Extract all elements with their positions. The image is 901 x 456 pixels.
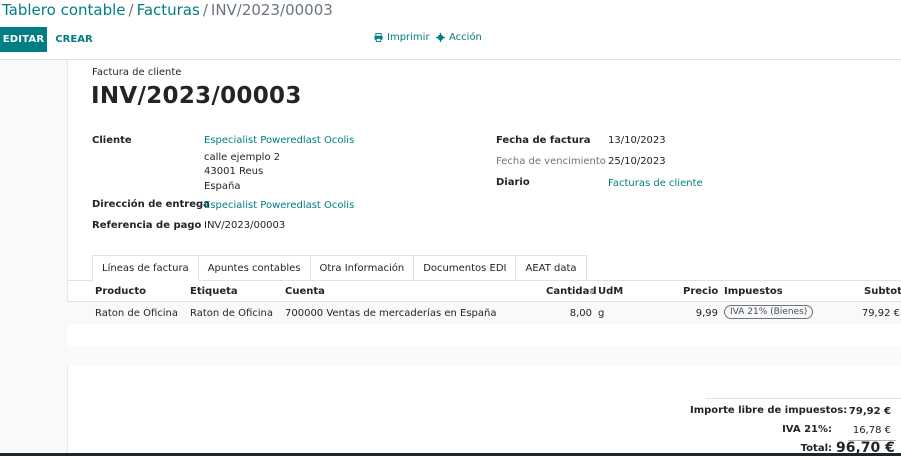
row-subtotal: 79,92 €	[861, 308, 900, 319]
column-header-account[interactable]: Cuenta	[285, 286, 325, 297]
row-product: Raton de Oficina	[95, 308, 179, 319]
column-header-product[interactable]: Producto	[95, 286, 146, 297]
breadcrumb-separator: /	[128, 1, 134, 19]
tax-amount-value: 16,78 €	[852, 425, 891, 436]
customer-address-line1: calle ejemplo 2	[204, 152, 281, 163]
tax-amount-label: IVA 21%:	[782, 424, 832, 435]
row-uom: g	[598, 308, 605, 319]
tax-badge: IVA 21% (Bienes)	[724, 305, 814, 319]
edit-button[interactable]: EDITAR	[0, 27, 47, 52]
row-quantity: 8,00	[569, 308, 592, 319]
customer-address-line3: España	[204, 181, 241, 192]
row-account: 700000 Ventas de mercaderías en España	[285, 308, 497, 319]
delivery-address-link[interactable]: Especialist Poweredlast Ocolis	[204, 200, 354, 211]
row-label: Raton de Oficina	[190, 308, 274, 319]
action-button[interactable]: Acción	[436, 32, 482, 43]
tab-journal-items[interactable]: Apuntes contables	[197, 255, 311, 281]
customer-link[interactable]: Especialist Poweredlast Ocolis	[204, 135, 354, 146]
column-header-label[interactable]: Etiqueta	[190, 286, 238, 297]
empty-row	[67, 324, 901, 346]
print-button-label: Imprimir	[387, 32, 430, 43]
tab-other-info[interactable]: Otra Información	[309, 255, 415, 281]
print-button[interactable]: Imprimir	[374, 32, 430, 43]
column-header-uom[interactable]: UdM	[598, 286, 623, 297]
journal-link[interactable]: Facturas de cliente	[608, 178, 703, 189]
payment-reference-value: INV/2023/00003	[204, 220, 286, 231]
row-price: 9,99	[695, 308, 718, 319]
customer-address-line2: 43001 Reus	[204, 166, 264, 177]
breadcrumb-separator: /	[202, 1, 208, 19]
customer-label: Cliente	[92, 135, 132, 146]
action-button-label: Acción	[449, 32, 482, 43]
column-header-taxes[interactable]: Impuestos	[724, 286, 783, 297]
tab-aeat-data[interactable]: AEAT data	[515, 255, 587, 281]
invoice-date-value: 13/10/2023	[608, 135, 666, 146]
printer-icon	[374, 33, 383, 42]
due-date-label: Fecha de vencimiento	[496, 156, 606, 167]
breadcrumb: Tablero contable / Facturas / INV/2023/00003	[2, 1, 333, 19]
breadcrumb-link-invoices[interactable]: Facturas	[137, 1, 200, 19]
untaxed-amount-value: 79,92 €	[848, 406, 891, 417]
create-button[interactable]: CREAR	[52, 27, 96, 52]
delivery-address-label: Dirección de entrega	[92, 199, 210, 210]
breadcrumb-link-dashboard[interactable]: Tablero contable	[2, 1, 126, 19]
payment-reference-label: Referencia de pago	[92, 220, 202, 231]
tab-edi-documents[interactable]: Documentos EDI	[413, 255, 517, 281]
sort-caret-icon: ▼	[589, 288, 595, 296]
gear-icon	[436, 33, 445, 42]
empty-row	[67, 346, 901, 366]
column-header-subtotal[interactable]: Subtotal	[864, 286, 901, 297]
breadcrumb-current: INV/2023/00003	[210, 1, 333, 19]
notebook-tabs: Líneas de factura Apuntes contables Otra…	[92, 255, 587, 281]
journal-label: Diario	[496, 177, 530, 188]
totals-divider	[706, 398, 901, 399]
document-type: Factura de cliente	[92, 67, 182, 78]
due-date-value: 25/10/2023	[608, 156, 666, 167]
page-title: INV/2023/00003	[91, 83, 302, 109]
untaxed-amount-label: Importe libre de impuestos:	[690, 405, 848, 416]
tab-invoice-lines[interactable]: Líneas de factura	[92, 255, 199, 281]
invoice-date-label: Fecha de factura	[496, 135, 591, 146]
column-header-price[interactable]: Precio	[683, 286, 718, 297]
